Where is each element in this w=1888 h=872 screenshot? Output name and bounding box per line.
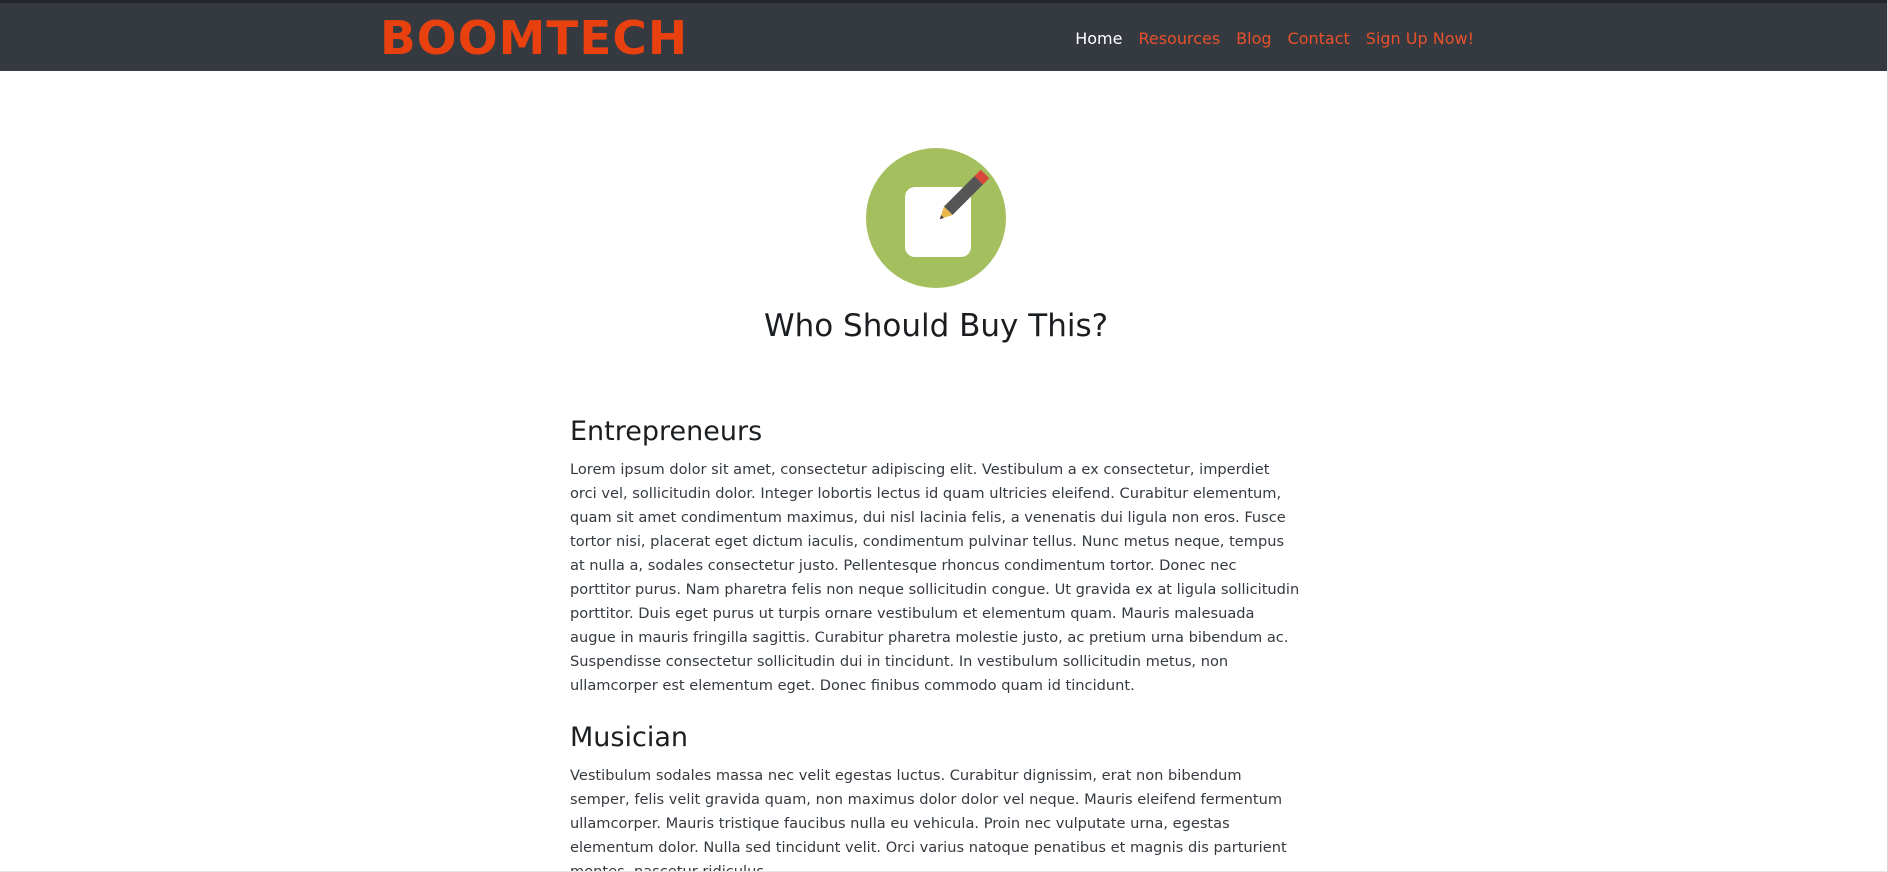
section-entrepreneurs: Entrepreneurs Lorem ipsum dolor sit amet… [570,414,1300,698]
nav-link-home[interactable]: Home [1067,27,1130,51]
nav-item-signup: Sign Up Now! [1358,27,1482,51]
nav-item-blog: Blog [1228,27,1279,51]
main-content: Entrepreneurs Lorem ipsum dolor sit amet… [570,414,1300,872]
section-musician: Musician Vestibulum sodales massa nec ve… [570,720,1300,872]
nav-item-resources: Resources [1130,27,1228,51]
nav-link-contact[interactable]: Contact [1280,27,1358,51]
edit-note-icon [866,148,1006,288]
nav-item-home: Home [1067,27,1130,51]
edit-note-icon-graphic [905,169,990,257]
nav-link-resources[interactable]: Resources [1130,27,1228,51]
nav-link-blog[interactable]: Blog [1228,27,1279,51]
section-heading: Musician [570,722,688,753]
page-title: Who Should Buy This? [763,308,1109,344]
brand-logo[interactable]: BOOMTECH [380,15,688,61]
nav-item-contact: Contact [1280,27,1358,51]
main-nav: Home Resources Blog Contact Sign Up Now! [1067,27,1482,51]
page: BOOMTECH Home Resources Blog Contact Sig… [0,0,1888,872]
section-body: Vestibulum sodales massa nec velit egest… [570,767,1287,872]
section-heading: Entrepreneurs [570,416,763,447]
top-navbar: BOOMTECH Home Resources Blog Contact Sig… [0,0,1888,71]
nav-link-signup[interactable]: Sign Up Now! [1358,27,1482,51]
section-body: Lorem ipsum dolor sit amet, consectetur … [570,461,1300,694]
